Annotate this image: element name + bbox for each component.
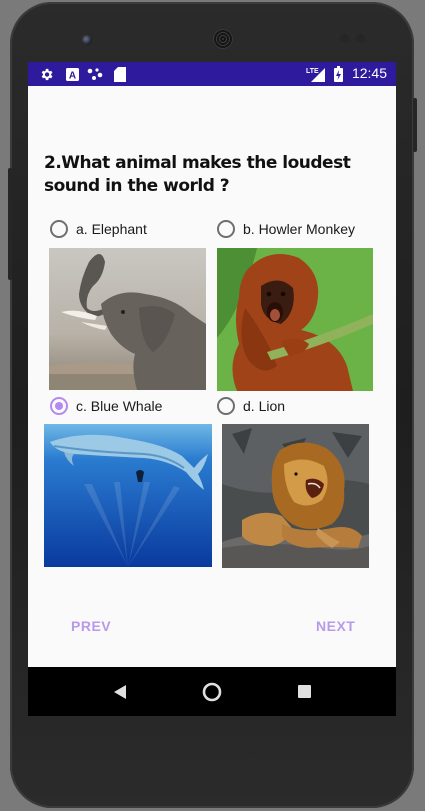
radio-option-d[interactable] <box>217 397 235 415</box>
signal-icon: LTE <box>305 66 325 82</box>
howler-monkey-image[interactable] <box>217 248 373 391</box>
light-sensor <box>356 34 365 43</box>
radio-option-c[interactable] <box>50 397 68 415</box>
status-time: 12:45 <box>351 65 387 81</box>
side-button-right <box>413 98 417 152</box>
sd-card-icon <box>113 66 126 82</box>
blue-whale-image[interactable] <box>44 424 212 567</box>
app-screen: A LTE 12:45 2.What animal makes the loud… <box>28 62 396 716</box>
question-text: 2.What animal makes the loudest sound in… <box>44 153 351 196</box>
next-button[interactable]: NEXT <box>316 618 355 634</box>
side-button-left <box>8 168 12 280</box>
option-c[interactable]: c. Blue Whale <box>50 397 162 415</box>
home-icon[interactable] <box>200 667 224 716</box>
recents-icon[interactable] <box>292 667 316 716</box>
network-label: LTE <box>306 68 319 75</box>
option-d[interactable]: d. Lion <box>217 397 285 415</box>
option-d-label: d. Lion <box>243 398 286 414</box>
android-nav-bar <box>28 667 396 716</box>
radio-option-b[interactable] <box>217 220 235 238</box>
battery-icon <box>333 66 343 82</box>
option-b-label: b. Howler Monkey <box>243 221 356 237</box>
lion-image[interactable] <box>222 424 369 568</box>
front-camera <box>82 35 92 45</box>
option-a[interactable]: a. Elephant <box>50 220 147 238</box>
earpiece-speaker <box>213 29 233 49</box>
back-icon[interactable] <box>108 667 132 716</box>
prev-button[interactable]: PREV <box>71 618 111 634</box>
a-icon: A <box>65 66 79 82</box>
status-bar: A LTE 12:45 <box>28 62 396 86</box>
option-a-label: a. Elephant <box>76 221 147 237</box>
option-b[interactable]: b. Howler Monkey <box>217 220 355 238</box>
proximity-sensor <box>340 34 349 43</box>
elephant-image[interactable] <box>49 248 206 390</box>
option-c-label: c. Blue Whale <box>76 398 163 414</box>
svg-text:A: A <box>68 70 75 81</box>
dots-icon <box>87 66 103 82</box>
gear-icon <box>38 66 54 82</box>
radio-option-a[interactable] <box>50 220 68 238</box>
